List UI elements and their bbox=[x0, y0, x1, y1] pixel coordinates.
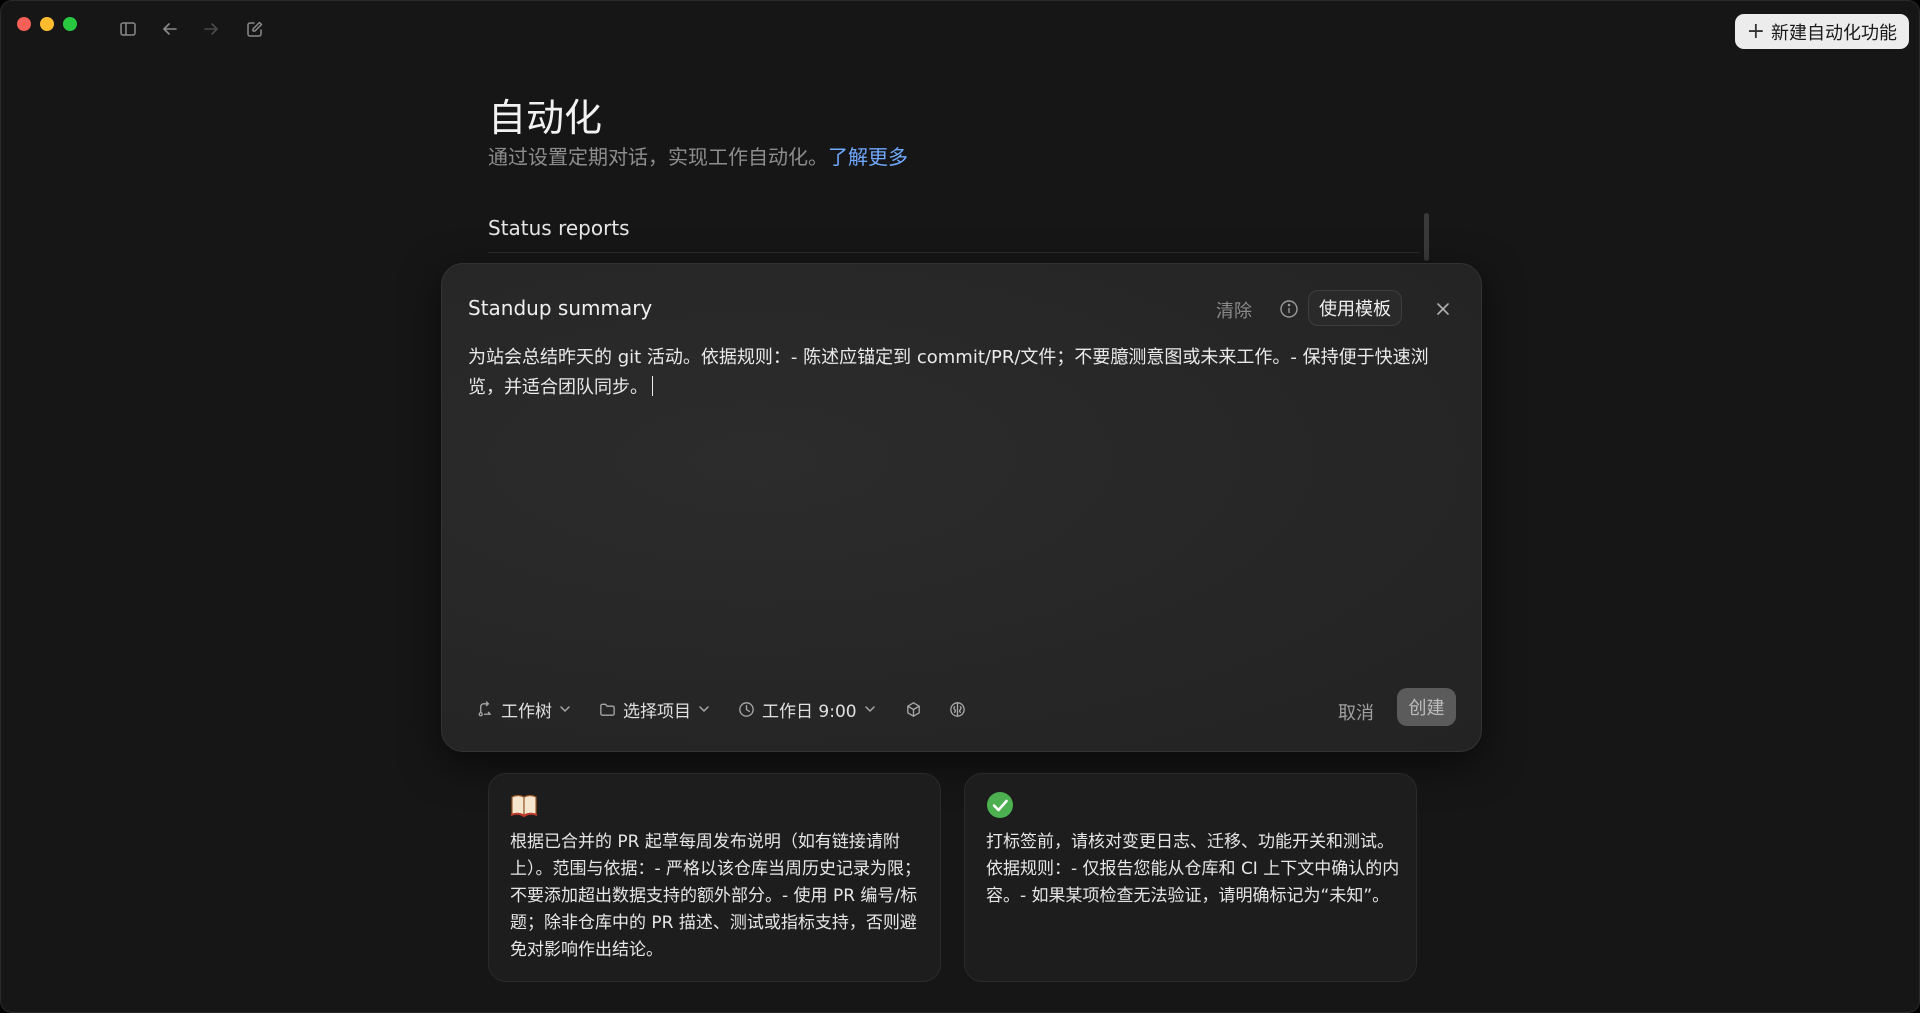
close-window-button[interactable] bbox=[17, 17, 31, 31]
prompt-textarea[interactable]: 为站会总结昨天的 git 活动。依据规则：- 陈述应锚定到 commit/PR/… bbox=[468, 343, 1458, 403]
template-card[interactable]: 打标签前，请核对变更日志、迁移、功能开关和测试。依据规则：- 仅报告您能从仓库和… bbox=[964, 773, 1417, 982]
create-button[interactable]: 创建 bbox=[1397, 688, 1456, 726]
learn-more-link[interactable]: 了解更多 bbox=[828, 145, 908, 169]
page-title: 自动化 bbox=[488, 96, 603, 140]
sidebar-toggle-icon[interactable] bbox=[116, 17, 140, 41]
schedule-selector[interactable]: 工作日 9:00 bbox=[737, 697, 877, 722]
chevron-down-icon bbox=[560, 706, 570, 713]
forward-arrow-icon[interactable] bbox=[199, 17, 223, 41]
use-template-button[interactable]: 使用模板 bbox=[1308, 290, 1402, 326]
back-arrow-icon[interactable] bbox=[158, 17, 182, 41]
template-description: 打标签前，请核对变更日志、迁移、功能开关和测试。依据规则：- 仅报告您能从仓库和… bbox=[986, 832, 1400, 906]
close-icon[interactable] bbox=[1432, 298, 1454, 320]
text-caret bbox=[652, 376, 653, 396]
check-circle-icon bbox=[985, 790, 1015, 820]
minimize-window-button[interactable] bbox=[40, 17, 54, 31]
cancel-button[interactable]: 取消 bbox=[1338, 699, 1374, 725]
zoom-window-button[interactable] bbox=[63, 17, 77, 31]
project-label: 选择项目 bbox=[623, 701, 691, 722]
automation-editor: Standup summary 清除 使用模板 为站会总结昨天的 git 活动。… bbox=[441, 263, 1482, 752]
folder-icon bbox=[600, 703, 615, 716]
page-subtitle: 通过设置定期对话，实现工作自动化。了解更多 bbox=[488, 141, 908, 170]
worktree-label: 工作树 bbox=[501, 701, 552, 722]
section-label: Status reports bbox=[488, 216, 630, 240]
sandbox-cube-icon[interactable] bbox=[903, 698, 925, 720]
worktree-selector[interactable]: 工作树 bbox=[476, 697, 572, 722]
new-automation-button[interactable]: + 新建自动化功能 bbox=[1734, 14, 1909, 49]
chevron-down-icon bbox=[699, 706, 709, 713]
scrollbar[interactable] bbox=[1424, 213, 1429, 261]
divider bbox=[488, 252, 1420, 253]
titlebar: + 新建自动化功能 bbox=[1, 1, 1919, 61]
editor-toolbar: 工作树 选择项目 工作日 9:00 bbox=[476, 694, 991, 724]
clock-icon bbox=[739, 701, 754, 717]
new-automation-label: 新建自动化功能 bbox=[1771, 22, 1897, 44]
prompt-text: 为站会总结昨天的 git 活动。依据规则：- 陈述应锚定到 commit/PR/… bbox=[468, 347, 1429, 398]
branch-icon bbox=[478, 700, 491, 716]
info-icon[interactable] bbox=[1278, 298, 1300, 320]
page-subtitle-text: 通过设置定期对话，实现工作自动化。 bbox=[488, 145, 828, 169]
template-card[interactable]: 根据已合并的 PR 起草每周发布说明（如有链接请附上）。范围与依据：- 严格以该… bbox=[488, 773, 941, 982]
schedule-label: 工作日 9:00 bbox=[762, 701, 857, 722]
project-selector[interactable]: 选择项目 bbox=[598, 697, 711, 722]
compose-icon[interactable] bbox=[243, 17, 267, 41]
plus-icon: + bbox=[1746, 18, 1765, 44]
app-window: + 新建自动化功能 自动化 通过设置定期对话，实现工作自动化。了解更多 Stat… bbox=[0, 0, 1920, 1013]
chevron-down-icon bbox=[864, 706, 875, 713]
template-description: 根据已合并的 PR 起草每周发布说明（如有链接请附上）。范围与依据：- 严格以该… bbox=[510, 832, 922, 960]
clear-button[interactable]: 清除 bbox=[1216, 297, 1252, 323]
model-brain-icon[interactable] bbox=[947, 698, 969, 720]
automation-title-input[interactable]: Standup summary bbox=[468, 296, 652, 320]
open-book-icon bbox=[509, 790, 539, 820]
